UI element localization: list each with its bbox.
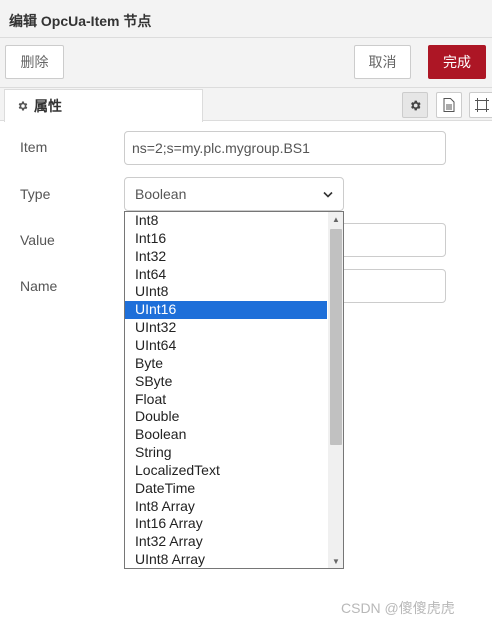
cancel-button[interactable]: 取消 bbox=[354, 45, 411, 79]
dropdown-option[interactable]: Float bbox=[125, 391, 327, 409]
done-button[interactable]: 完成 bbox=[428, 45, 486, 79]
dropdown-option[interactable]: Boolean bbox=[125, 426, 327, 444]
frame-icon bbox=[475, 98, 489, 112]
scrollbar-thumb[interactable] bbox=[330, 229, 342, 445]
chevron-down-icon bbox=[323, 191, 333, 198]
tab-properties[interactable]: 属性 bbox=[4, 89, 203, 122]
item-label: Item bbox=[20, 139, 48, 155]
tab-properties-label: 属性 bbox=[34, 98, 62, 114]
scroll-down-arrow-icon[interactable]: ▼ bbox=[328, 554, 343, 568]
dropdown-option[interactable]: Int32 Array bbox=[125, 533, 327, 551]
value-label: Value bbox=[20, 232, 55, 248]
scroll-up-arrow-icon[interactable]: ▲ bbox=[328, 212, 343, 226]
name-label: Name bbox=[20, 278, 58, 294]
appearance-tab-button[interactable] bbox=[469, 92, 492, 118]
dropdown-option[interactable]: Byte bbox=[125, 355, 327, 373]
dropdown-option[interactable]: UInt8 bbox=[125, 283, 327, 301]
gear-icon bbox=[410, 100, 421, 110]
dropdown-option[interactable]: DateTime bbox=[125, 480, 327, 498]
dropdown-option[interactable]: Int8 bbox=[125, 212, 327, 230]
gear-icon bbox=[18, 101, 28, 111]
item-input[interactable]: ns=2;s=my.plc.mygroup.BS1 bbox=[124, 131, 446, 165]
dropdown-option[interactable]: UInt8 Array bbox=[125, 551, 327, 568]
dropdown-option[interactable]: Int16 bbox=[125, 230, 327, 248]
description-tab-button[interactable] bbox=[436, 92, 462, 118]
dialog-title: 编辑 OpcUa-Item 节点 bbox=[9, 13, 152, 29]
type-label: Type bbox=[20, 186, 51, 202]
dropdown-option[interactable]: UInt32 bbox=[125, 319, 327, 337]
dropdown-option[interactable]: Double bbox=[125, 408, 327, 426]
type-select[interactable]: Boolean bbox=[124, 177, 344, 211]
dropdown-option[interactable]: UInt16 bbox=[125, 301, 327, 320]
document-icon bbox=[443, 98, 455, 112]
dropdown-scrollbar[interactable]: ▲ ▼ bbox=[328, 212, 343, 568]
dropdown-option[interactable]: Int16 Array bbox=[125, 515, 327, 533]
tab-bar: 属性 bbox=[0, 88, 492, 122]
dropdown-option[interactable]: Int32 bbox=[125, 248, 327, 266]
delete-button[interactable]: 删除 bbox=[5, 45, 64, 79]
dialog-header: 编辑 OpcUa-Item 节点 bbox=[0, 0, 492, 38]
settings-tab-button[interactable] bbox=[402, 92, 428, 118]
dropdown-option[interactable]: String bbox=[125, 444, 327, 462]
watermark: CSDN @傻傻虎虎 bbox=[341, 600, 455, 616]
dropdown-option[interactable]: UInt64 bbox=[125, 337, 327, 355]
dropdown-option[interactable]: SByte bbox=[125, 373, 327, 391]
type-select-value: Boolean bbox=[135, 186, 187, 202]
dialog-toolbar: 删除 取消 完成 bbox=[0, 38, 492, 88]
dropdown-option[interactable]: Int8 Array bbox=[125, 498, 327, 516]
dropdown-option[interactable]: LocalizedText bbox=[125, 462, 327, 480]
dropdown-option[interactable]: Int64 bbox=[125, 266, 327, 284]
type-dropdown-list[interactable]: Int8 Int16 Int32 Int64 UInt8 UInt16 UInt32 UInt… bbox=[124, 211, 344, 569]
item-input-value: ns=2;s=my.plc.mygroup.BS1 bbox=[132, 140, 310, 156]
